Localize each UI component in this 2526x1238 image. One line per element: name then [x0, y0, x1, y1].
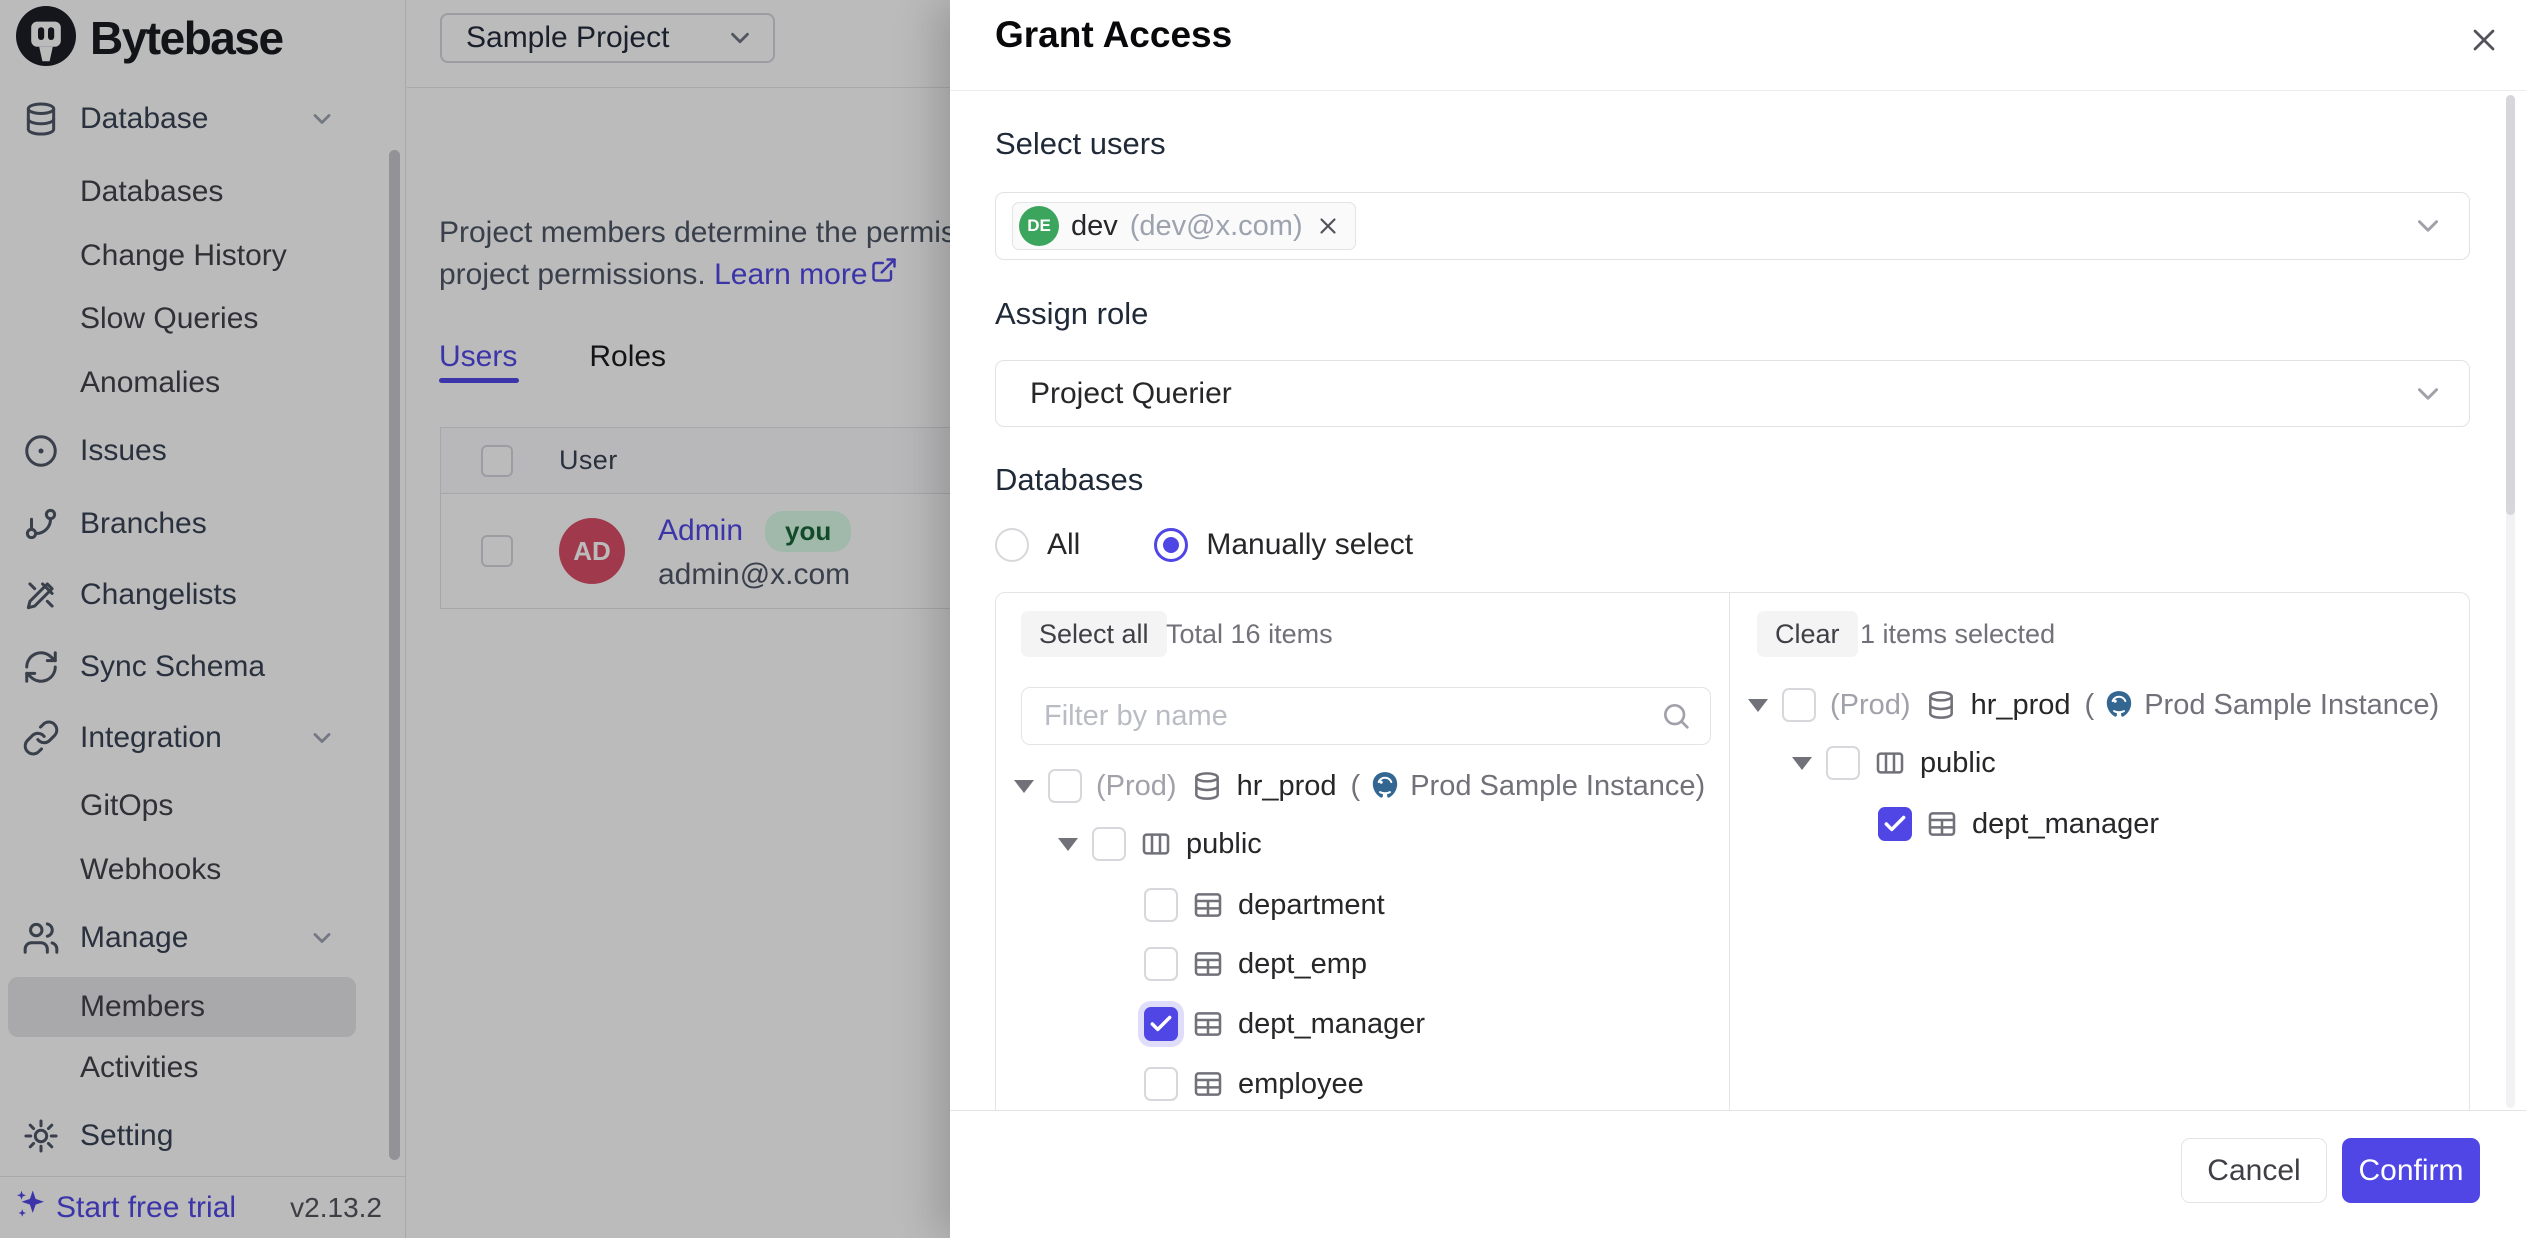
- postgresql-icon: [1368, 769, 1402, 803]
- caret-down-icon[interactable]: [1014, 780, 1034, 793]
- chip-user-name: dev: [1071, 210, 1118, 243]
- tree-row-table[interactable]: employee: [996, 1054, 1729, 1110]
- selected-count-label: 1 items selected: [1860, 619, 2055, 650]
- chip-user-email: (dev@x.com): [1130, 210, 1303, 243]
- databases-label: Databases: [995, 462, 1143, 498]
- tree-row-table[interactable]: department: [996, 875, 1729, 935]
- table-icon: [1926, 808, 1958, 840]
- caret-down-icon[interactable]: [1058, 838, 1078, 851]
- assign-role-label: Assign role: [995, 296, 1148, 332]
- checkbox[interactable]: [1826, 746, 1860, 780]
- transfer-source-panel: Select all Total 16 items (Prod) hr_prod…: [996, 593, 1729, 1110]
- tree-row-table-selected[interactable]: dept_manager: [1730, 794, 2470, 854]
- checkbox[interactable]: [1048, 769, 1082, 803]
- search-icon: [1660, 700, 1692, 732]
- checkbox-checked[interactable]: [1144, 1007, 1178, 1041]
- database-icon: [1191, 770, 1223, 802]
- selected-user-chip: DE dev (dev@x.com): [1012, 202, 1356, 250]
- radio-manual-label: Manually select: [1206, 528, 1413, 562]
- postgresql-icon: [2102, 688, 2136, 722]
- modal-title: Grant Access: [995, 14, 1232, 56]
- checkbox[interactable]: [1144, 1067, 1178, 1101]
- header-divider: [950, 90, 2526, 91]
- tree-row-database[interactable]: (Prod) hr_prod (Prod Sample Instance): [1730, 675, 2470, 735]
- radio-manually-select[interactable]: [1154, 528, 1188, 562]
- body-footer-divider: [950, 1110, 2526, 1111]
- schema-icon: [1874, 747, 1906, 779]
- checkbox[interactable]: [1144, 947, 1178, 981]
- database-icon: [1925, 689, 1957, 721]
- confirm-button[interactable]: Confirm: [2342, 1138, 2480, 1203]
- total-items-label: Total 16 items: [1166, 619, 1333, 650]
- cancel-button[interactable]: Cancel: [2181, 1138, 2327, 1203]
- role-select[interactable]: Project Querier: [995, 360, 2470, 427]
- database-scope-radios: All Manually select: [995, 528, 1413, 562]
- tree-row-database[interactable]: (Prod) hr_prod (Prod Sample Instance): [996, 756, 1729, 816]
- select-users-label: Select users: [995, 126, 1166, 162]
- table-icon: [1192, 1008, 1224, 1040]
- tree-row-schema[interactable]: public: [1730, 733, 2470, 793]
- table-icon: [1192, 889, 1224, 921]
- radio-all[interactable]: [995, 528, 1029, 562]
- role-select-value: Project Querier: [1030, 377, 1232, 411]
- schema-icon: [1140, 828, 1172, 860]
- remove-user-icon[interactable]: [1315, 213, 1341, 239]
- chevron-down-icon: [2411, 209, 2445, 243]
- close-icon[interactable]: [2466, 22, 2506, 62]
- select-users-input[interactable]: DE dev (dev@x.com): [995, 192, 2470, 260]
- chevron-down-icon: [2411, 377, 2445, 411]
- tree-row-table-selected[interactable]: dept_manager: [996, 994, 1729, 1054]
- bytebase-app: Bytebase Database Databases Change Histo…: [0, 0, 2526, 1238]
- database-transfer-list: Select all Total 16 items (Prod) hr_prod…: [995, 592, 2470, 1110]
- clear-button[interactable]: Clear: [1757, 611, 1858, 657]
- tree-row-schema[interactable]: public: [996, 814, 1729, 874]
- modal-scrollbar-thumb[interactable]: [2506, 95, 2515, 515]
- checkbox[interactable]: [1092, 827, 1126, 861]
- filter-input[interactable]: [1022, 700, 1660, 733]
- grant-access-modal: Grant Access Select users DE dev (dev@x.…: [950, 0, 2526, 1238]
- table-icon: [1192, 1068, 1224, 1100]
- filter-input-wrap: [1021, 687, 1711, 745]
- checkbox[interactable]: [1782, 688, 1816, 722]
- checkbox-checked[interactable]: [1878, 807, 1912, 841]
- checkbox[interactable]: [1144, 888, 1178, 922]
- caret-down-icon[interactable]: [1748, 699, 1768, 712]
- tree-row-table[interactable]: dept_emp: [996, 934, 1729, 994]
- transfer-selected-panel: Clear 1 items selected (Prod) hr_prod (P…: [1730, 593, 2470, 1110]
- radio-all-label: All: [1047, 528, 1080, 562]
- select-all-button[interactable]: Select all: [1021, 611, 1167, 657]
- caret-down-icon[interactable]: [1792, 757, 1812, 770]
- avatar: DE: [1019, 206, 1059, 246]
- table-icon: [1192, 948, 1224, 980]
